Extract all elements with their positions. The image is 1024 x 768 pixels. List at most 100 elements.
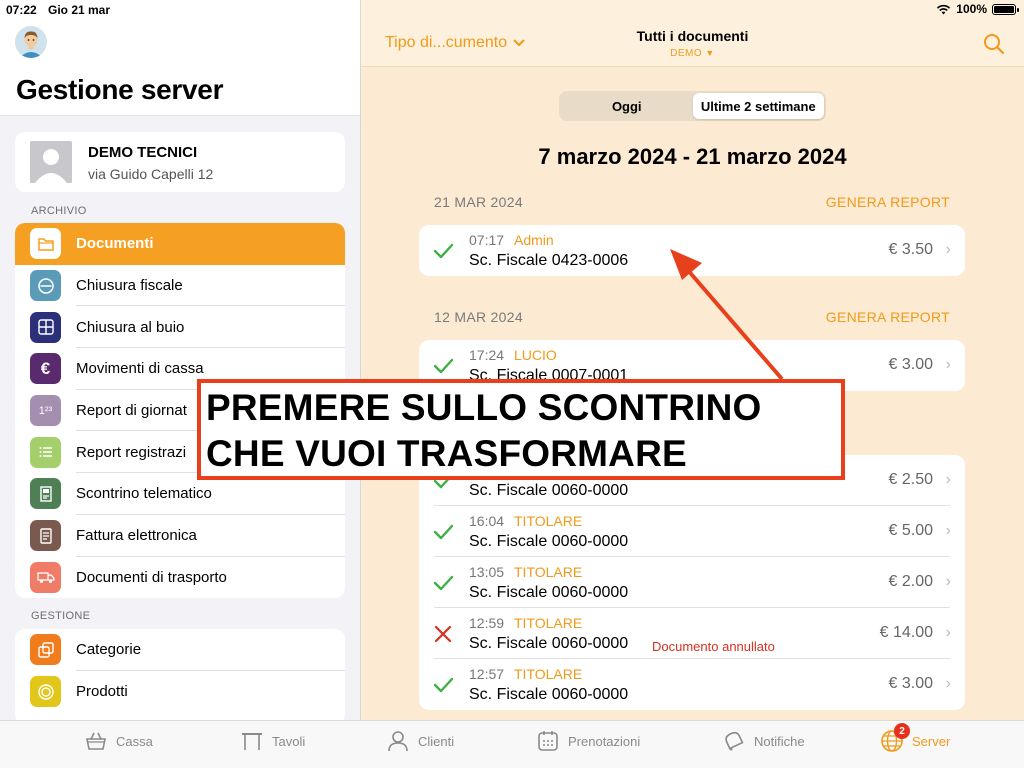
sidebar-item-label: Fattura elettronica <box>76 527 197 545</box>
sidebar-item-label: Prodotti <box>76 683 128 701</box>
document-time: 12:59 <box>469 615 505 631</box>
store-name: DEMO TECNICI <box>88 144 198 161</box>
chevron-right-icon: › <box>945 573 951 590</box>
tab-tavoli[interactable]: Tavoli <box>240 729 305 753</box>
globe-icon-wrapper: 2 <box>880 723 910 753</box>
table-icon <box>242 733 262 750</box>
document-user: TITOLARE <box>514 615 583 631</box>
nav-subtitle-selector[interactable]: DEMO ▼ <box>361 48 1024 59</box>
generate-report-link[interactable]: GENERA REPORT <box>826 309 950 325</box>
segment-ultime-2-settimane[interactable]: Ultime 2 settimane <box>692 93 824 119</box>
document-time: 16:04 <box>469 513 505 529</box>
cancelled-x-icon <box>432 623 454 645</box>
status-right: 100% <box>936 2 1019 16</box>
list-icon <box>30 436 61 468</box>
notification-badge: 2 <box>894 723 910 739</box>
truck-icon <box>30 561 61 593</box>
document-time: 13:05 <box>469 564 505 580</box>
tab-server[interactable]: 2 Server <box>880 723 951 753</box>
avatar[interactable] <box>15 26 47 58</box>
section-label-archivio: ARCHIVIO <box>31 205 87 217</box>
sidebar-item-prodotti[interactable]: Prodotti <box>15 671 345 713</box>
document-card: Sc. Fiscale 0060-0000 € 2.50 › 16:04 TITOLAR… <box>419 455 965 710</box>
checkmark-icon <box>432 240 454 262</box>
store-address: via Guido Capelli 12 <box>88 166 214 182</box>
no-entry-icon <box>30 270 61 302</box>
chevron-right-icon: › <box>945 624 951 641</box>
nav-subtitle: DEMO <box>670 48 703 59</box>
tab-label: Server <box>912 733 951 749</box>
document-row[interactable]: 12:57 TITOLARE Sc. Fiscale 0060-0000 € 3.00… <box>419 659 965 710</box>
sidebar-item-label: Report di giornat <box>76 402 187 420</box>
document-name: Sc. Fiscale 0060-0000 <box>469 533 629 550</box>
document-card: 07:17 Admin Sc. Fiscale 0423-0006 € 3.50 › <box>419 225 965 276</box>
main-content: Tipo di...cumento Tutti i documenti DEMO… <box>361 0 1024 720</box>
store-card[interactable]: DEMO TECNICI via Guido Capelli 12 <box>15 132 345 192</box>
sidebar-item-documenti[interactable]: Documenti <box>15 223 345 265</box>
checkmark-icon <box>432 521 454 543</box>
chevron-right-icon: › <box>945 675 951 692</box>
tab-clienti[interactable]: Clienti <box>386 729 454 753</box>
sidebar-item-fattura-elettronica[interactable]: Fattura elettronica <box>15 515 345 557</box>
tab-prenotazioni[interactable]: Prenotazioni <box>536 729 640 753</box>
wifi-icon <box>937 4 951 14</box>
sidebar: Gestione server DEMO TECNICI via Guido C… <box>0 0 361 720</box>
document-time: 17:24 <box>469 347 505 363</box>
tab-bar: Cassa Tavoli Clienti Prenotazioni Notifi… <box>0 720 1024 768</box>
bell-icon <box>725 731 744 751</box>
person-icon <box>388 731 408 752</box>
sidebar-item-categorie[interactable]: Categorie <box>15 629 345 671</box>
document-amount: € 3.00 <box>888 356 933 373</box>
document-name: Sc. Fiscale 0060-0000 <box>469 482 629 499</box>
circle-icon <box>30 676 61 708</box>
chevron-right-icon: › <box>945 356 951 373</box>
document-time: 07:17 <box>469 232 505 248</box>
search-icon[interactable] <box>982 32 1006 56</box>
document-amount: € 2.50 <box>888 471 933 488</box>
document-user: TITOLARE <box>514 513 583 529</box>
tab-label: Notifiche <box>754 733 805 749</box>
document-name: Sc. Fiscale 0423-0006 <box>469 252 629 269</box>
document-amount: € 3.00 <box>888 675 933 692</box>
battery-icon <box>992 3 1019 15</box>
day-label: 21 MAR 2024 <box>434 194 523 210</box>
tab-notifiche[interactable]: Notifiche <box>722 729 805 753</box>
chevron-right-icon: › <box>945 241 951 258</box>
sidebar-item-chiusura-fiscale[interactable]: Chiusura fiscale <box>15 265 345 307</box>
status-bar: 07:22 Gio 21 mar 100% <box>0 0 1024 20</box>
document-amount: € 2.00 <box>888 573 933 590</box>
sidebar-item-label: Documenti <box>76 235 154 253</box>
checkmark-icon <box>432 674 454 696</box>
chevron-right-icon: › <box>945 522 951 539</box>
segment-oggi[interactable]: Oggi <box>561 93 693 119</box>
section-label-gestione: GESTIONE <box>31 610 91 622</box>
receipt-icon <box>30 478 61 510</box>
document-amount: € 3.50 <box>888 241 933 258</box>
sidebar-item-chiusura-al-buio[interactable]: Chiusura al buio <box>15 306 345 349</box>
generate-report-link[interactable]: GENERA REPORT <box>826 194 950 210</box>
status-date: Gio 21 mar <box>48 3 111 17</box>
document-user: TITOLARE <box>514 564 583 580</box>
document-row[interactable]: 12:59 TITOLARE Sc. Fiscale 0060-0000 Docume… <box>419 608 965 659</box>
document-name: Sc. Fiscale 0060-0000 <box>469 584 629 601</box>
document-user: Admin <box>514 232 554 248</box>
nav-title: Tutti i documenti <box>636 28 749 44</box>
sidebar-item-label: Report registrazi <box>76 443 187 461</box>
document-row[interactable]: 07:17 Admin Sc. Fiscale 0423-0006 € 3.50 › <box>419 225 965 276</box>
day-label: 12 MAR 2024 <box>434 309 523 325</box>
folder-icon <box>30 228 61 260</box>
document-row[interactable]: 13:05 TITOLARE Sc. Fiscale 0060-0000 € 2.00… <box>419 557 965 608</box>
tab-cassa[interactable]: Cassa <box>84 729 153 753</box>
grid-icon <box>30 311 61 343</box>
document-user: LUCIO <box>514 347 557 363</box>
sidebar-item-documenti-di-trasporto[interactable]: Documenti di trasporto <box>15 557 345 599</box>
checkmark-icon <box>432 572 454 594</box>
document-amount: € 14.00 <box>879 624 933 641</box>
page-title: Gestione server <box>16 74 224 105</box>
period-segmented-control: Oggi Ultime 2 settimane <box>559 91 826 121</box>
euro-icon: € <box>30 353 61 385</box>
callout-line-2: CHE VUOI TRASFORMARE <box>206 433 687 474</box>
caret-down-icon: ▼ <box>705 48 715 58</box>
document-row[interactable]: 16:04 TITOLARE Sc. Fiscale 0060-0000 € 5.00… <box>419 506 965 557</box>
checkmark-icon <box>432 355 454 377</box>
